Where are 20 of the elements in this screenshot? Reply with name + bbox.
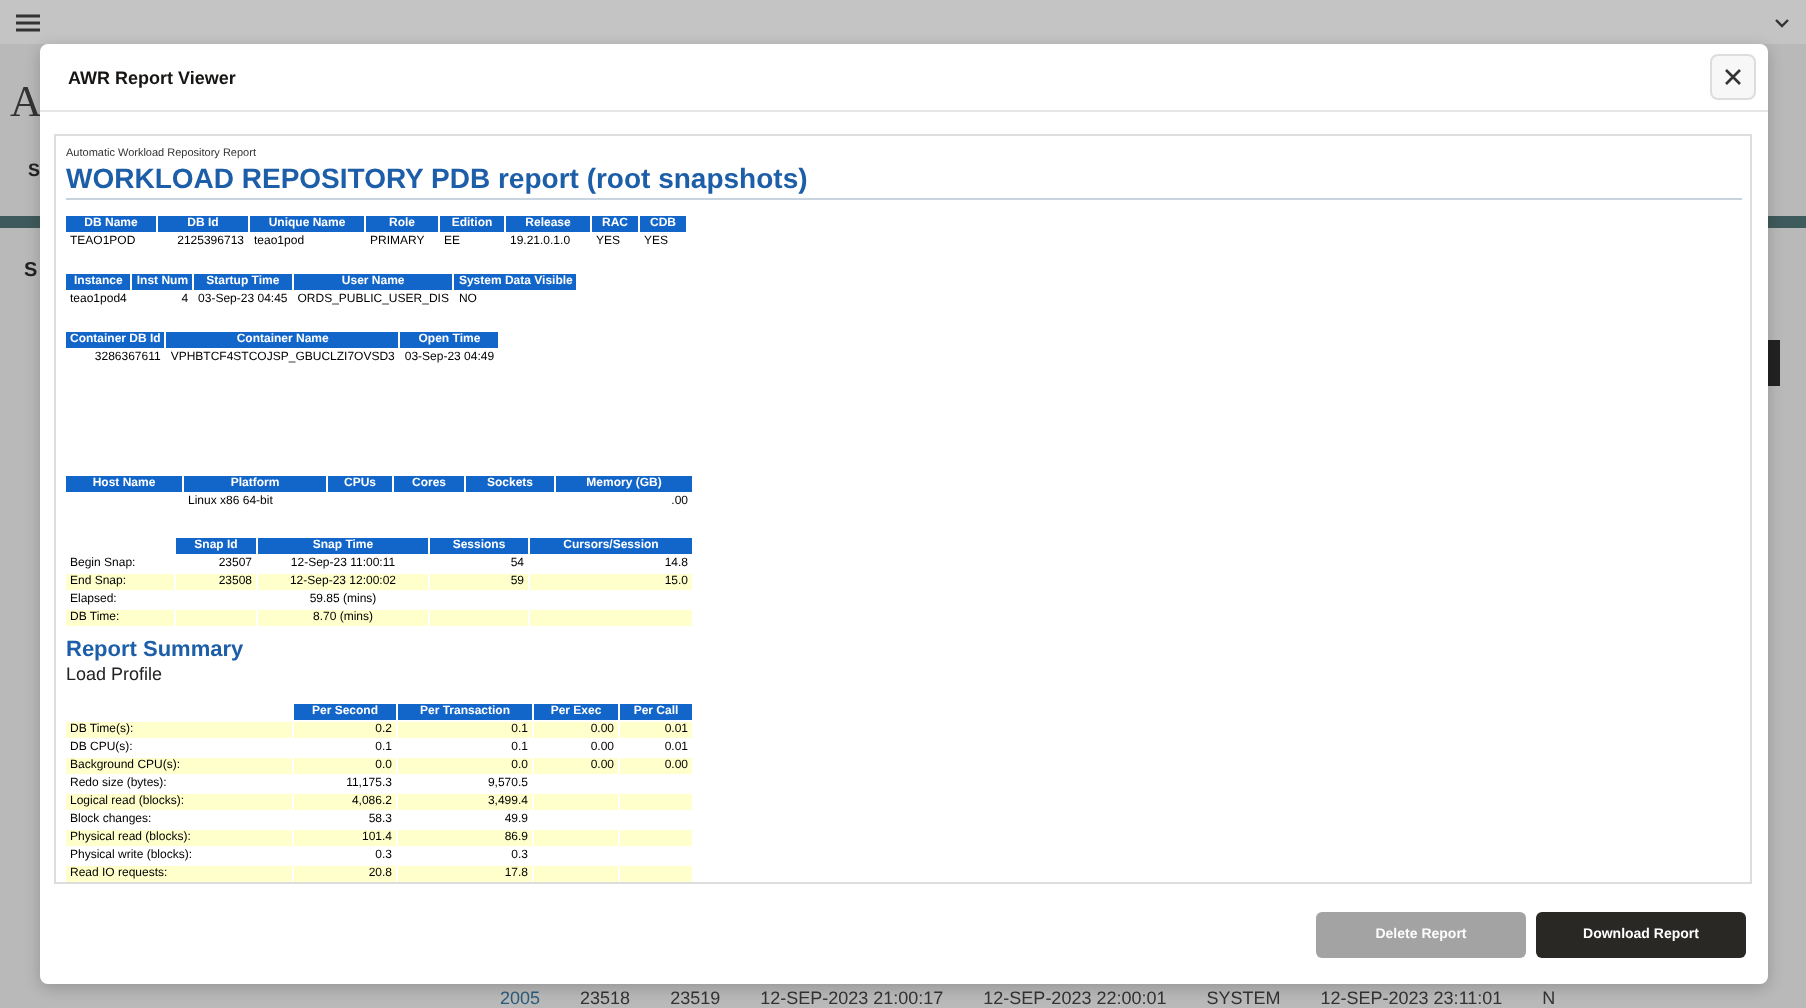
table-cell-text: 12-SEP-2023 22:00:01: [983, 988, 1169, 1008]
table-cell-text: N: [1542, 988, 1558, 1008]
section-title: S: [24, 260, 38, 282]
close-icon: [1724, 68, 1742, 86]
close-button[interactable]: [1710, 54, 1756, 100]
table-cell-text: 2005: [500, 988, 543, 1008]
section-heading: Report Summary: [66, 638, 246, 662]
page-title: A: [10, 76, 42, 128]
table-cell-text: 23518: [580, 988, 633, 1008]
panel-edge: [1768, 340, 1780, 386]
chevron-down-icon[interactable]: [1774, 17, 1790, 27]
report-title: WORKLOAD REPOSITORY PDB report (root snapshots): [66, 162, 1742, 200]
menu-icon[interactable]: [16, 13, 40, 31]
section-subheading: Load Profile: [66, 664, 165, 684]
table-cell-text: 23519: [670, 988, 723, 1008]
table-cell-text: 12-SEP-2023 23:11:01: [1320, 988, 1505, 1008]
dialog-title: AWR Report Viewer: [68, 67, 236, 87]
tab-label[interactable]: S: [28, 160, 41, 180]
table-cell-text: 12-SEP-2023 21:00:17: [760, 988, 946, 1008]
table-cell-text: SYSTEM: [1206, 988, 1283, 1008]
